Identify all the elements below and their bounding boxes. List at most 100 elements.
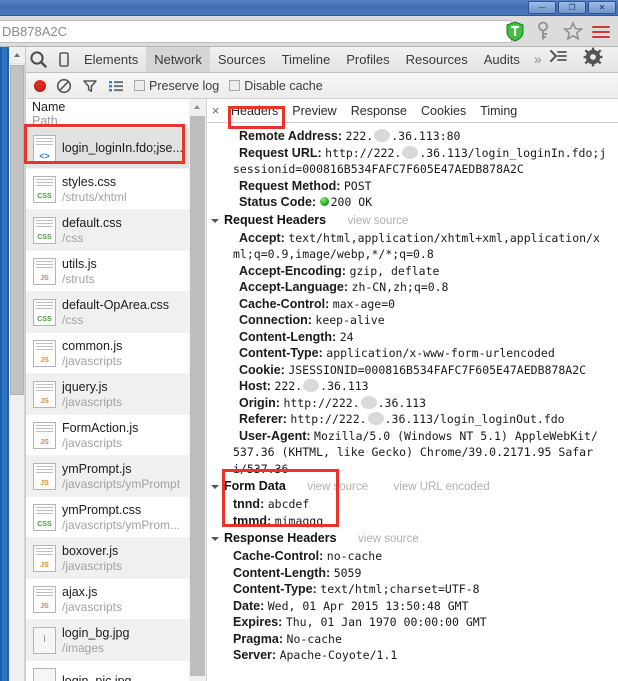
disable-cache-checkbox[interactable]: Disable cache (229, 79, 323, 93)
table-row[interactable]: login_bg.jpg /images (26, 620, 189, 661)
header-key: Server: (233, 648, 277, 662)
filter-button[interactable] (82, 78, 98, 94)
response-headers-section-title[interactable]: Response Headers view source (211, 530, 618, 548)
key-icon[interactable] (534, 21, 554, 42)
settings-gear-icon[interactable] (583, 47, 608, 72)
more-panels-button[interactable]: » (528, 47, 548, 72)
column-header-path[interactable]: Path (32, 114, 189, 128)
checkbox-box[interactable] (229, 80, 241, 91)
window-close-button[interactable]: ✕ (588, 1, 616, 14)
css-file-icon: CSS (33, 298, 56, 326)
header-row-origin: Origin: http://222. .36.113 (211, 395, 618, 412)
tab-elements[interactable]: Elements (76, 47, 146, 72)
table-row[interactable]: JS boxover.js /javascripts (26, 538, 189, 579)
redacted-ip-mask (360, 395, 377, 409)
header-key: Content-Length: (239, 329, 337, 344)
table-row[interactable]: CSS default-OpArea.css /css (26, 292, 189, 333)
window-minimize-button[interactable]: — (528, 1, 556, 14)
table-row[interactable]: CSS ymPrompt.css /javascripts/ymProm... (26, 497, 189, 538)
view-source-link[interactable]: view source (307, 481, 368, 493)
scroll-up-arrow-icon[interactable] (189, 99, 206, 115)
header-value: Mozilla/5.0 (Windows NT 5.1) AppleWebKit… (314, 428, 598, 443)
preserve-log-checkbox[interactable]: Preserve log (134, 79, 219, 93)
tab-network[interactable]: Network (146, 47, 210, 72)
view-url-encoded-link[interactable]: view URL encoded (394, 481, 490, 493)
request-path: /javascripts (62, 435, 123, 450)
request-detail-pane: × Headers Preview Response Cookies Timin… (206, 99, 618, 681)
request-path: /javascripts/ymProm... (62, 517, 181, 532)
scrollbar-thumb[interactable] (10, 65, 24, 395)
header-key: User-Agent: (239, 428, 311, 443)
inspect-icon[interactable] (26, 47, 51, 72)
view-toggle-button[interactable] (108, 78, 124, 94)
remote-address-value-post: .36.113:80 (391, 129, 461, 143)
table-row[interactable]: JS FormAction.js /javascripts (26, 415, 189, 456)
request-headers-section-title[interactable]: Request Headers view source (211, 212, 618, 230)
header-value: zh-CN,zh;q=0.8 (351, 280, 449, 294)
form-field-tmmd: tmmd: mimaqqq (211, 513, 618, 530)
scrollbar-thumb[interactable] (190, 116, 205, 676)
window-title-bar: — ❐ ✕ (0, 0, 618, 16)
scroll-up-arrow-icon[interactable] (9, 47, 25, 64)
request-path: /javascripts (62, 353, 123, 368)
tab-timing[interactable]: Timing (473, 99, 524, 123)
tab-preview[interactable]: Preview (285, 99, 343, 123)
menu-icon[interactable] (592, 21, 612, 42)
request-path: /javascripts (62, 599, 123, 614)
tab-audits[interactable]: Audits (476, 47, 528, 72)
table-row[interactable]: CSS default.css /css (26, 210, 189, 251)
tab-timeline[interactable]: Timeline (274, 47, 339, 72)
table-row[interactable]: CSS styles.css /struts/xhtml (26, 169, 189, 210)
header-key: Host: (239, 379, 271, 393)
request-url-value-post: .36.113/login_loginIn.fdo;j (419, 145, 607, 160)
request-list-scrollbar[interactable] (189, 99, 206, 681)
column-header-name[interactable]: Name (32, 100, 189, 114)
browser-toolbar: DB878A2C (0, 16, 618, 47)
request-detail-tabs: × Headers Preview Response Cookies Timin… (207, 99, 618, 123)
table-row[interactable]: <> login_loginIn.fdo;jse... (26, 128, 189, 169)
request-path: /css (62, 230, 84, 245)
tab-profiles[interactable]: Profiles (338, 47, 397, 72)
network-panel-body: Name Path <> login_loginIn.fdo;jse... CS… (26, 99, 618, 681)
restore-icon: ❐ (568, 2, 576, 12)
page-vertical-scrollbar[interactable] (9, 47, 25, 681)
status-ok-dot-icon (319, 197, 329, 206)
tab-cookies[interactable]: Cookies (414, 99, 473, 123)
view-source-link[interactable]: view source (358, 533, 419, 545)
status-code-key: Status Code: (239, 195, 317, 209)
redacted-ip-mask (402, 145, 419, 159)
table-row[interactable]: JS jquery.js /javascripts (26, 374, 189, 415)
table-row[interactable]: login_pic.jpg (26, 661, 189, 681)
view-source-link[interactable]: view source (348, 215, 409, 227)
header-value: application/x-www-form-urlencoded (326, 346, 555, 360)
record-button[interactable] (34, 79, 46, 92)
form-field-tnnd: tnnd: abcdef (211, 496, 618, 513)
window-restore-button[interactable]: ❐ (558, 1, 586, 14)
network-request-list[interactable]: Name Path <> login_loginIn.fdo;jse... CS… (26, 99, 189, 681)
header-value-post: .36.113 (320, 379, 369, 393)
clear-button[interactable] (56, 78, 72, 94)
form-data-section-title[interactable]: Form Data view source view URL encoded (211, 478, 618, 496)
bookmark-star-icon[interactable] (563, 21, 583, 42)
close-detail-icon[interactable]: × (207, 99, 224, 123)
address-bar-input[interactable]: DB878A2C (0, 20, 512, 43)
shield-icon[interactable] (505, 21, 525, 42)
header-value: no-cache (326, 549, 383, 563)
request-name: styles.css (62, 174, 117, 189)
table-row[interactable]: JS common.js /javascripts (26, 333, 189, 374)
table-row[interactable]: JS ymPrompt.js /javascripts/ymPrompt (26, 456, 189, 497)
checkbox-box[interactable] (134, 80, 145, 91)
chevron-down-icon (211, 537, 219, 541)
tab-resources[interactable]: Resources (398, 47, 476, 72)
console-drawer-icon[interactable] (548, 47, 573, 72)
tab-headers[interactable]: Headers (224, 99, 285, 123)
header-key: Content-Type: (239, 346, 323, 360)
header-value: 24 (339, 329, 354, 344)
device-toolbar-icon[interactable] (51, 47, 76, 72)
table-row[interactable]: JS ajax.js /javascripts (26, 579, 189, 620)
tab-response[interactable]: Response (344, 99, 414, 123)
tab-sources[interactable]: Sources (210, 47, 274, 72)
js-file-icon: JS (33, 544, 56, 572)
form-field-value: abcdef (267, 497, 310, 511)
table-row[interactable]: JS utils.js /struts (26, 251, 189, 292)
